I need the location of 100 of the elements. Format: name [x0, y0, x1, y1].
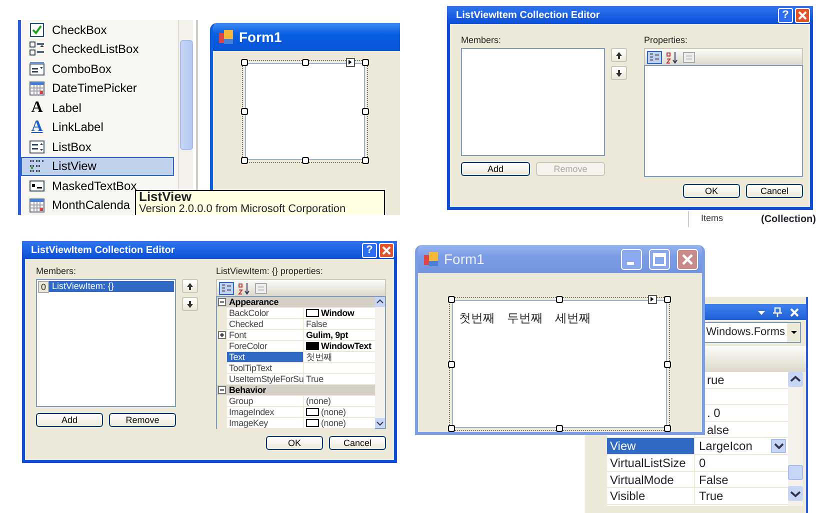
property-name[interactable]: Group: [227, 396, 304, 406]
scroll-up-icon[interactable]: [788, 372, 803, 387]
property-name: Items: [700, 212, 724, 226]
pin-icon[interactable]: [772, 306, 783, 318]
property-name[interactable]: VirtualMode: [607, 472, 695, 488]
scroll-down-icon[interactable]: [788, 486, 803, 502]
list-view-control[interactable]: 첫번째 두번째 세번째: [452, 300, 667, 428]
property-value[interactable]: True: [699, 488, 724, 504]
property-value[interactable]: LargeIcon: [699, 438, 752, 454]
scroll-down-icon[interactable]: [375, 418, 385, 428]
toolbox-item[interactable]: DateTimePicker: [21, 78, 174, 98]
toolbox-item[interactable]: ComboBox: [21, 59, 174, 78]
property-value[interactable]: (none): [321, 407, 346, 417]
move-up-button[interactable]: [611, 48, 627, 62]
property-name[interactable]: VirtualListSize: [607, 454, 695, 471]
resize-handle[interactable]: [448, 296, 455, 303]
toolbox-item[interactable]: ListBox: [21, 137, 174, 156]
move-down-button[interactable]: [611, 66, 627, 80]
scroll-thumb[interactable]: [788, 465, 803, 480]
property-value[interactable]: False: [306, 319, 328, 329]
property-name[interactable]: Font: [227, 330, 304, 340]
property-name[interactable]: Checked: [227, 319, 304, 329]
property-value[interactable]: False: [699, 472, 728, 488]
toolbox-item[interactable]: CheckedListBox: [21, 40, 174, 59]
categorized-icon[interactable]: [219, 282, 234, 294]
add-button[interactable]: Add: [36, 413, 103, 427]
sort-icon[interactable]: [237, 282, 251, 294]
resize-handle[interactable]: [448, 360, 455, 368]
property-value[interactable]: (none): [306, 396, 331, 406]
add-button[interactable]: Add: [461, 162, 530, 176]
list-view-item[interactable]: 첫번째: [459, 309, 495, 327]
property-name[interactable]: BackColor: [227, 308, 304, 318]
resize-handle[interactable]: [664, 360, 671, 368]
help-button[interactable]: ?: [778, 8, 793, 22]
property-name[interactable]: ImageKey: [227, 418, 304, 428]
expand-icon[interactable]: [218, 331, 226, 339]
resize-handle[interactable]: [302, 59, 308, 66]
property-value[interactable]: (none): [321, 418, 346, 428]
resize-handle[interactable]: [362, 59, 369, 66]
property-name[interactable]: ImageIndex: [227, 407, 304, 417]
collapse-icon[interactable]: [218, 298, 226, 306]
ok-button[interactable]: OK: [683, 184, 740, 198]
members-list[interactable]: 0 ListViewItem: {}: [36, 279, 176, 407]
toolbox-item[interactable]: ListView: [21, 156, 174, 176]
smart-tag-icon[interactable]: [346, 58, 355, 67]
resize-handle[interactable]: [556, 296, 563, 303]
list-view-item[interactable]: 세번째: [555, 309, 591, 327]
resize-handle[interactable]: [664, 296, 671, 303]
scroll-thumb[interactable]: [180, 40, 193, 150]
close-button[interactable]: [677, 248, 698, 270]
collapse-icon[interactable]: [218, 386, 226, 394]
move-up-button[interactable]: [182, 279, 198, 293]
toolbox-item[interactable]: CheckBox: [21, 20, 174, 40]
category-row[interactable]: Behavior: [217, 385, 375, 396]
close-button[interactable]: [379, 242, 394, 258]
member-item[interactable]: ListViewItem: {}: [49, 281, 174, 292]
help-button[interactable]: ?: [362, 242, 377, 258]
property-value[interactable]: Gulim, 9pt: [306, 330, 348, 340]
resize-handle[interactable]: [302, 157, 308, 164]
categorized-icon[interactable]: [647, 50, 662, 64]
resize-handle[interactable]: [241, 157, 248, 164]
property-name[interactable]: Text: [227, 352, 304, 362]
toolbox-item[interactable]: A LinkLabel: [21, 118, 174, 137]
sort-icon[interactable]: [665, 50, 679, 64]
dropdown-button[interactable]: [771, 439, 786, 454]
resize-handle[interactable]: [241, 108, 248, 115]
property-value[interactable]: . 0: [707, 405, 720, 422]
scroll-up-icon[interactable]: [375, 297, 385, 307]
resize-handle[interactable]: [556, 425, 563, 432]
resize-handle[interactable]: [664, 425, 671, 432]
resize-handle[interactable]: [362, 108, 369, 115]
scrollbar[interactable]: [375, 297, 385, 428]
property-name[interactable]: View: [607, 438, 695, 454]
property-value[interactable]: alse: [707, 422, 730, 438]
remove-button[interactable]: Remove: [109, 413, 176, 427]
property-value[interactable]: WindowText: [321, 341, 372, 351]
cancel-button[interactable]: Cancel: [746, 184, 803, 198]
smart-tag-icon[interactable]: [648, 295, 657, 304]
resize-handle[interactable]: [362, 157, 369, 164]
property-value[interactable]: 0: [699, 454, 706, 471]
dropdown-icon[interactable]: [790, 330, 798, 335]
toolbox-item[interactable]: A Label: [21, 98, 174, 118]
property-name[interactable]: ForeColor: [227, 341, 304, 351]
cancel-button[interactable]: Cancel: [329, 436, 386, 450]
property-value[interactable]: Window: [321, 308, 354, 318]
close-button[interactable]: [795, 8, 810, 22]
property-value[interactable]: 첫번째: [306, 352, 332, 362]
move-down-button[interactable]: [182, 297, 198, 311]
property-name[interactable]: Visible: [607, 488, 695, 504]
resize-handle[interactable]: [241, 59, 248, 66]
property-name[interactable]: UseItemStyleForSu: [227, 374, 304, 384]
scrollbar[interactable]: [788, 372, 803, 506]
resize-handle[interactable]: [448, 425, 455, 432]
ok-button[interactable]: OK: [266, 436, 323, 450]
property-value[interactable]: rue: [707, 372, 724, 388]
list-view-item[interactable]: 두번째: [507, 309, 543, 327]
property-value[interactable]: True: [306, 374, 324, 384]
property-name[interactable]: ToolTipText: [227, 363, 304, 373]
category-row[interactable]: Appearance: [217, 297, 375, 308]
members-list[interactable]: [461, 48, 605, 156]
